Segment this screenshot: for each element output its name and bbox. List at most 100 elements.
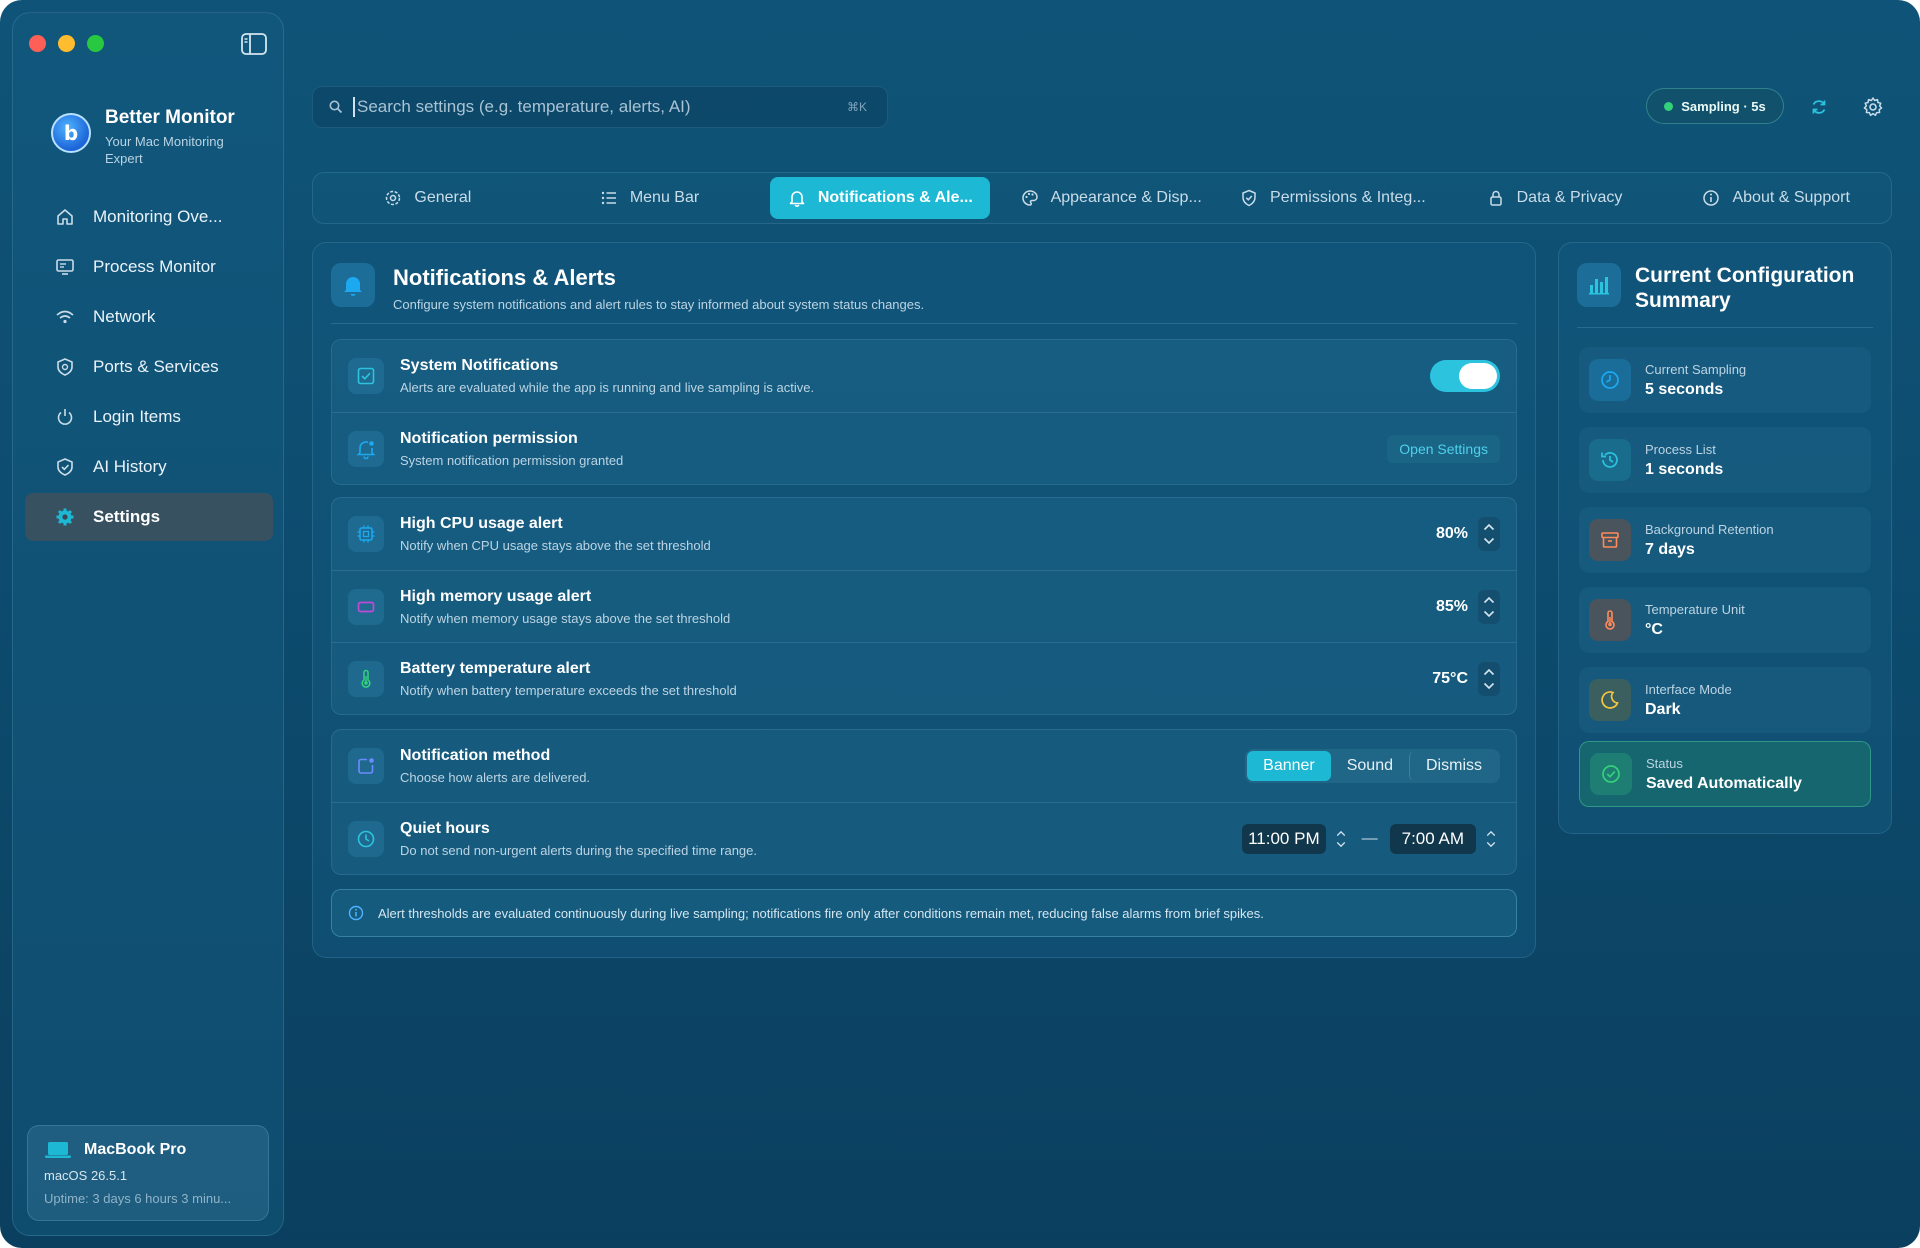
search-icon: [329, 100, 343, 114]
chevron-up-icon[interactable]: [1336, 830, 1346, 837]
chevron-down-icon[interactable]: [1483, 682, 1495, 690]
summary-value: Dark: [1645, 700, 1681, 718]
info-icon: [348, 905, 364, 921]
info-banner: Alert thresholds are evaluated continuou…: [331, 889, 1517, 937]
monitor-icon: [56, 259, 74, 275]
bar-chart-icon: [1577, 263, 1621, 307]
chevron-down-icon[interactable]: [1336, 841, 1346, 848]
tab-data-privacy[interactable]: Data & Privacy: [1444, 177, 1666, 219]
quiet-start-time-field[interactable]: 11:00 PM: [1242, 824, 1326, 854]
archive-icon: [1589, 519, 1631, 561]
notification-badge-icon: [348, 748, 384, 784]
sampling-badge[interactable]: Sampling · 5s: [1646, 88, 1784, 124]
sampling-label: Sampling · 5s: [1681, 98, 1766, 114]
battery-temperature-stepper[interactable]: [1478, 662, 1500, 696]
search-shortcut: ⌘K: [846, 100, 867, 114]
summary-label: Background Retention: [1645, 521, 1774, 537]
sidebar-item-label: Settings: [93, 507, 161, 526]
setting-description: Notify when battery temperature exceeds …: [400, 682, 737, 698]
open-settings-button[interactable]: Open Settings: [1387, 435, 1500, 463]
gear-icon: [56, 508, 74, 526]
chevron-up-icon[interactable]: [1483, 668, 1495, 676]
sidebar-item-ai-history[interactable]: AI History: [25, 443, 273, 491]
sidebar-item-label: Process Monitor: [93, 257, 216, 276]
sidebar-item-monitoring-overview[interactable]: Monitoring Ove...: [25, 193, 273, 241]
system-notifications-row: System Notifications Alerts are evaluate…: [332, 340, 1516, 412]
sidebar-nav: Monitoring Ove... Process Monitor Networ…: [25, 193, 273, 543]
setting-title: System Notifications: [400, 357, 559, 374]
quiet-start-stepper[interactable]: [1332, 825, 1350, 853]
shield-icon: [57, 358, 73, 376]
brand: Better Monitor Your Mac Monitoring Exper…: [51, 95, 245, 167]
palette-icon: [1021, 190, 1038, 206]
tab-label: Data & Privacy: [1516, 189, 1623, 206]
sidebar-item-settings[interactable]: Settings: [25, 493, 273, 541]
close-window-button[interactable]: [29, 35, 46, 52]
cpu-alert-row: High CPU usage alert Notify when CPU usa…: [332, 498, 1516, 570]
refresh-icon[interactable]: [1808, 96, 1830, 118]
gear-icon: [386, 190, 401, 206]
device-card: MacBook Pro macOS 26.5.1 Uptime: 3 days …: [27, 1125, 269, 1221]
summary-item-interface-mode: Interface Mode Dark: [1579, 667, 1871, 733]
sidebar-item-process-monitor[interactable]: Process Monitor: [25, 243, 273, 291]
divider: [1577, 327, 1873, 328]
tab-permissions-integrations[interactable]: Permissions & Integ...: [1222, 177, 1444, 219]
memory-threshold-stepper[interactable]: [1478, 590, 1500, 624]
list-icon: [601, 191, 616, 205]
search-input[interactable]: [353, 97, 847, 117]
sidebar-item-label: Monitoring Ove...: [93, 207, 223, 226]
panel-header: Notifications & Alerts Configure system …: [331, 263, 924, 312]
time-range-separator: —: [1361, 830, 1378, 847]
sidebar-item-label: Network: [93, 307, 156, 326]
tab-general[interactable]: General: [317, 177, 539, 219]
gear-icon[interactable]: [1862, 96, 1884, 118]
sidebar-item-login-items[interactable]: Login Items: [25, 393, 273, 441]
sidebar-item-network[interactable]: Network: [25, 293, 273, 341]
minimize-window-button[interactable]: [58, 35, 75, 52]
device-os: macOS 26.5.1: [44, 1168, 128, 1183]
zoom-window-button[interactable]: [87, 35, 104, 52]
tab-label: Permissions & Integ...: [1270, 189, 1426, 206]
search-bar[interactable]: ⌘K: [312, 86, 888, 128]
chevron-down-icon[interactable]: [1483, 610, 1495, 618]
chevron-down-icon[interactable]: [1486, 841, 1496, 848]
chevron-down-icon[interactable]: [1483, 537, 1495, 545]
chevron-up-icon[interactable]: [1483, 523, 1495, 531]
sidebar: Better Monitor Your Mac Monitoring Exper…: [12, 12, 284, 1236]
tab-appearance-display[interactable]: Appearance & Disp...: [1000, 177, 1222, 219]
app-name: Better Monitor: [105, 107, 235, 128]
summary-label: Status: [1646, 755, 1683, 771]
cpu-threshold-stepper[interactable]: [1478, 517, 1500, 551]
device-uptime: Uptime: 3 days 6 hours 3 minu...: [44, 1191, 232, 1206]
sidebar-item-ports-services[interactable]: Ports & Services: [25, 343, 273, 391]
method-option-banner[interactable]: Banner: [1247, 751, 1331, 781]
summary-value: Saved Automatically: [1646, 774, 1802, 792]
tab-label: About & Support: [1732, 189, 1850, 206]
tab-notifications-alerts[interactable]: Notifications & Ale...: [770, 177, 991, 219]
setting-description: System notification permission granted: [400, 452, 624, 468]
clock-icon: [348, 820, 384, 857]
window-controls: [29, 35, 104, 52]
alert-thresholds-group: High CPU usage alert Notify when CPU usa…: [331, 497, 1517, 715]
chevron-up-icon[interactable]: [1483, 596, 1495, 604]
quiet-end-time-field[interactable]: 7:00 AM: [1389, 824, 1476, 854]
method-option-sound[interactable]: Sound: [1331, 751, 1409, 781]
tab-menu-bar[interactable]: Menu Bar: [539, 177, 761, 219]
system-notifications-toggle[interactable]: [1430, 360, 1500, 392]
memory-alert-row: High memory usage alert Notify when memo…: [332, 570, 1516, 642]
shield-check-icon: [1242, 189, 1256, 207]
bell-badge-icon: [348, 430, 384, 467]
tab-about-support[interactable]: About & Support: [1665, 177, 1887, 219]
sidebar-toggle-icon[interactable]: [241, 33, 267, 55]
quiet-end-stepper[interactable]: [1482, 825, 1500, 853]
method-option-dismiss[interactable]: Dismiss: [1409, 751, 1498, 781]
app-tagline: Your Mac Monitoring Expert: [105, 134, 224, 166]
sidebar-item-label: Login Items: [93, 407, 181, 426]
setting-description: Alerts are evaluated while the app is ru…: [400, 380, 815, 395]
summary-label: Process List: [1645, 441, 1716, 457]
tab-label: Notifications & Ale...: [817, 189, 973, 206]
panel-title: Notifications & Alerts: [393, 265, 616, 290]
notifications-panel: Notifications & Alerts Configure system …: [312, 242, 1536, 958]
chevron-up-icon[interactable]: [1486, 830, 1496, 837]
configuration-summary-panel: Current Configuration Summary Current Sa…: [1558, 242, 1892, 834]
